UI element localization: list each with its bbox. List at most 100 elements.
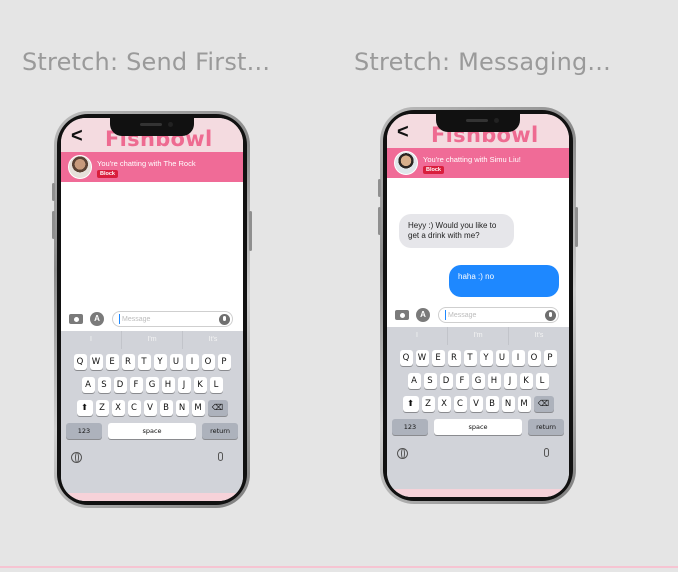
key-l[interactable]: L [535, 373, 549, 389]
suggestion-item[interactable]: I'm [448, 327, 509, 345]
frame-title-send-first: Stretch: Send First... [22, 48, 271, 76]
key-i[interactable]: I [185, 354, 199, 370]
message-list [61, 182, 243, 309]
message-input[interactable] [119, 314, 209, 324]
dictation-mic-icon[interactable] [544, 448, 549, 457]
space-key[interactable]: space [434, 419, 522, 435]
key-l[interactable]: L [209, 377, 223, 393]
suggestion-item[interactable]: I'm [122, 331, 183, 349]
backspace-key[interactable]: ⌫ [533, 396, 554, 412]
back-chevron-icon[interactable]: < [397, 122, 409, 142]
message-bubble-received[interactable]: Heyy :) Would you like to get a drink wi… [399, 214, 514, 248]
key-c[interactable]: C [127, 400, 141, 416]
key-o[interactable]: O [527, 350, 541, 366]
key-h[interactable]: H [487, 373, 501, 389]
key-d[interactable]: D [113, 377, 127, 393]
key-w[interactable]: W [89, 354, 103, 370]
shift-key[interactable]: ⬆ [402, 396, 419, 412]
key-q[interactable]: Q [73, 354, 87, 370]
key-b[interactable]: B [159, 400, 173, 416]
key-e[interactable]: E [105, 354, 119, 370]
key-d[interactable]: D [439, 373, 453, 389]
key-q[interactable]: Q [399, 350, 413, 366]
key-j[interactable]: J [177, 377, 191, 393]
key-y[interactable]: Y [479, 350, 493, 366]
camera-icon[interactable] [395, 310, 409, 320]
dictation-mic-icon[interactable] [218, 452, 223, 461]
key-x[interactable]: X [437, 396, 451, 412]
key-t[interactable]: T [463, 350, 477, 366]
key-g[interactable]: G [145, 377, 159, 393]
key-m[interactable]: M [517, 396, 531, 412]
key-s[interactable]: S [423, 373, 437, 389]
key-h[interactable]: H [161, 377, 175, 393]
key-c[interactable]: C [453, 396, 467, 412]
app-store-icon[interactable]: A [90, 312, 104, 326]
suggestion-item[interactable]: It's [509, 327, 569, 345]
key-n[interactable]: N [175, 400, 189, 416]
key-r[interactable]: R [447, 350, 461, 366]
block-button[interactable]: Block [97, 170, 118, 178]
key-i[interactable]: I [511, 350, 525, 366]
message-input[interactable] [445, 310, 535, 320]
key-x[interactable]: X [111, 400, 125, 416]
key-f[interactable]: F [455, 373, 469, 389]
message-bubble-sent[interactable]: haha :) no [449, 265, 559, 297]
key-p[interactable]: P [543, 350, 557, 366]
key-e[interactable]: E [431, 350, 445, 366]
phone-screen: < Fishbowl You're chatting with Simu Liu… [387, 114, 569, 497]
key-y[interactable]: Y [153, 354, 167, 370]
audio-record-icon[interactable] [219, 314, 230, 325]
keyboard: I I'm It's Q W E R T Y U I O P A S D F G… [387, 327, 569, 497]
key-o[interactable]: O [201, 354, 215, 370]
audio-record-icon[interactable] [545, 310, 556, 321]
key-u[interactable]: U [495, 350, 509, 366]
backspace-key[interactable]: ⌫ [207, 400, 228, 416]
key-n[interactable]: N [501, 396, 515, 412]
message-field[interactable] [438, 307, 559, 323]
key-z[interactable]: Z [421, 396, 435, 412]
app-store-icon[interactable]: A [416, 308, 430, 322]
key-m[interactable]: M [191, 400, 205, 416]
avatar[interactable] [68, 155, 92, 179]
key-s[interactable]: S [97, 377, 111, 393]
chat-partner-label: You're chatting with The Rock [97, 159, 196, 168]
avatar[interactable] [394, 151, 418, 175]
camera-icon[interactable] [69, 314, 83, 324]
key-g[interactable]: G [471, 373, 485, 389]
home-indicator-bar [61, 493, 243, 501]
key-b[interactable]: B [485, 396, 499, 412]
numbers-key[interactable]: 123 [66, 423, 102, 439]
key-r[interactable]: R [121, 354, 135, 370]
key-j[interactable]: J [503, 373, 517, 389]
key-v[interactable]: V [469, 396, 483, 412]
key-a[interactable]: A [81, 377, 95, 393]
key-z[interactable]: Z [95, 400, 109, 416]
key-k[interactable]: K [519, 373, 533, 389]
block-button[interactable]: Block [423, 166, 444, 174]
globe-icon[interactable] [397, 448, 408, 459]
key-k[interactable]: K [193, 377, 207, 393]
suggestion-bar: I I'm It's [387, 327, 569, 345]
back-chevron-icon[interactable]: < [71, 126, 83, 146]
key-u[interactable]: U [169, 354, 183, 370]
key-f[interactable]: F [129, 377, 143, 393]
shift-key[interactable]: ⬆ [76, 400, 93, 416]
key-v[interactable]: V [143, 400, 157, 416]
suggestion-item[interactable]: I [61, 331, 122, 349]
canvas-bottom-divider [0, 566, 678, 568]
key-t[interactable]: T [137, 354, 151, 370]
key-p[interactable]: P [217, 354, 231, 370]
chat-banner: You're chatting with Simu Liu! Block [387, 148, 569, 178]
suggestion-item[interactable]: I [387, 327, 448, 345]
suggestion-item[interactable]: It's [183, 331, 243, 349]
key-w[interactable]: W [415, 350, 429, 366]
key-a[interactable]: A [407, 373, 421, 389]
return-key[interactable]: return [202, 423, 238, 439]
space-key[interactable]: space [108, 423, 196, 439]
globe-icon[interactable] [71, 452, 82, 463]
numbers-key[interactable]: 123 [392, 419, 428, 435]
suggestion-bar: I I'm It's [61, 331, 243, 349]
return-key[interactable]: return [528, 419, 564, 435]
message-field[interactable] [112, 311, 233, 327]
